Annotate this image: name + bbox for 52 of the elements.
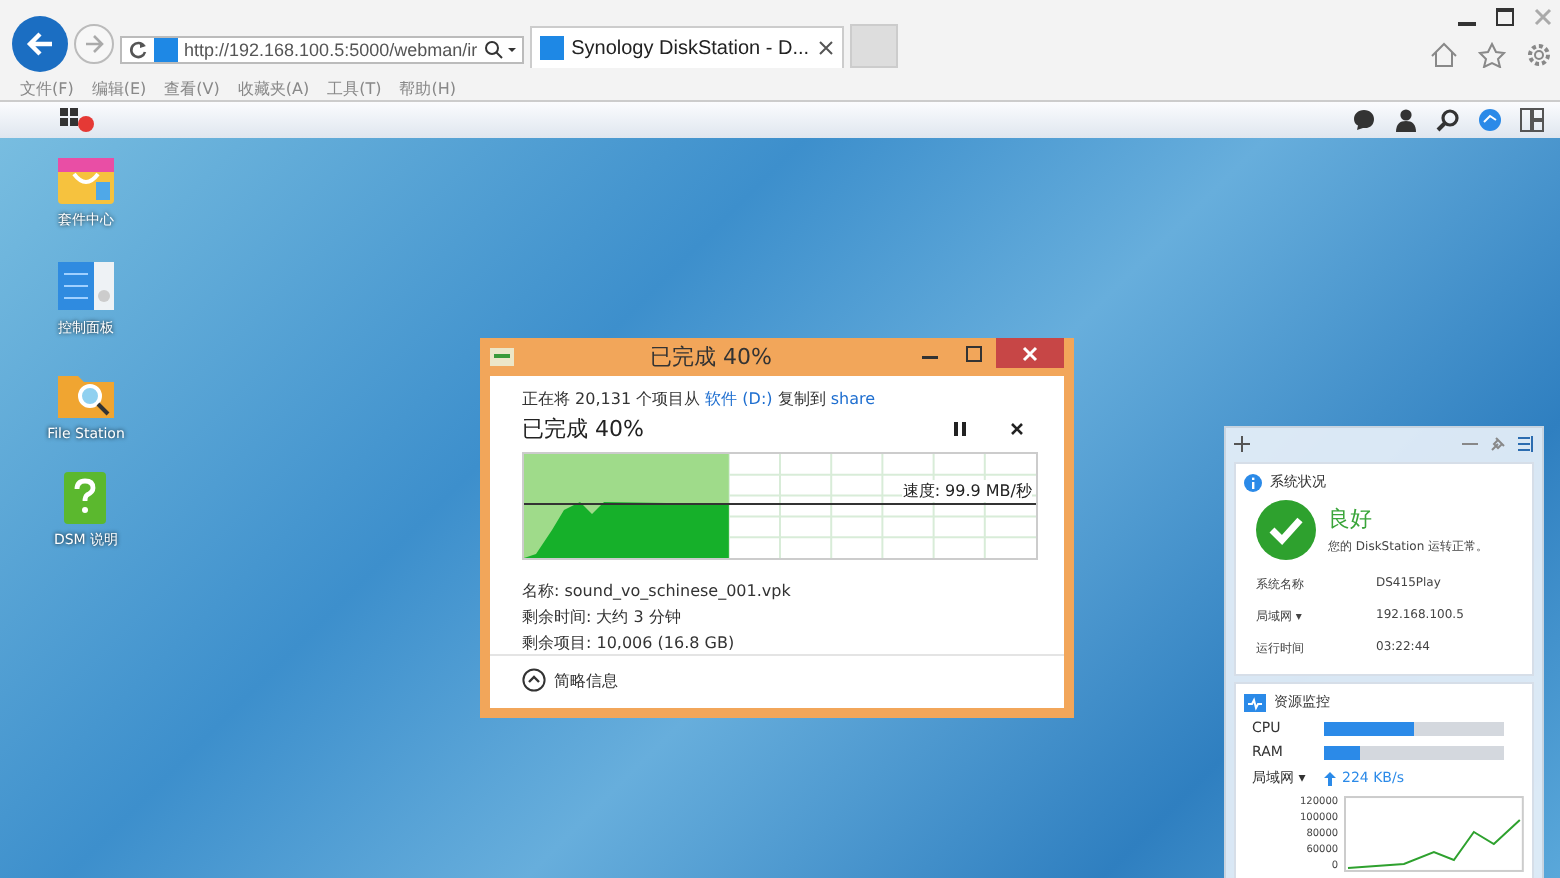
home-icon[interactable]	[1430, 41, 1458, 67]
copy-status-text: 正在将 20,131 个项目从 软件 (D:) 复制到 share	[522, 388, 878, 410]
forward-arrow-icon	[84, 34, 104, 54]
user-icon[interactable]	[1394, 108, 1418, 132]
close-icon[interactable]	[817, 40, 834, 56]
pause-icon	[954, 422, 966, 436]
main-menu-icon[interactable]	[60, 106, 96, 134]
control-panel-icon[interactable]	[56, 258, 116, 314]
destination-link[interactable]: share	[830, 390, 876, 408]
back-button[interactable]	[12, 16, 68, 72]
speed-label: 速度: 99.9 MB/秒	[902, 480, 1032, 502]
add-icon[interactable]	[1234, 436, 1250, 452]
search-icon[interactable]	[483, 40, 516, 60]
star-icon[interactable]	[1478, 41, 1506, 67]
search-icon[interactable]	[1436, 108, 1460, 132]
check-icon	[1256, 500, 1316, 560]
fewer-details-toggle[interactable]: 简略信息	[522, 668, 618, 692]
menu-item[interactable]: 文件(F)	[20, 77, 74, 99]
menu-item[interactable]: 工具(T)	[327, 77, 382, 99]
menu-item[interactable]: 帮助(H)	[399, 77, 456, 99]
widgets-icon[interactable]	[1520, 108, 1544, 132]
minimize-icon	[922, 356, 938, 360]
detail-text: 剩余项目: 10,006 (16.8 GB)	[522, 632, 737, 654]
folder-copy-icon	[490, 348, 514, 366]
help-book-icon[interactable]	[62, 470, 110, 526]
close-icon	[1009, 422, 1023, 436]
close-button[interactable]	[996, 338, 1064, 368]
dashboard-icon[interactable]	[1478, 108, 1502, 132]
refresh-icon[interactable]	[128, 40, 148, 60]
pin-icon[interactable]	[1490, 436, 1506, 452]
maximize-icon[interactable]	[1496, 7, 1514, 25]
progress-heading: 已完成 40%	[522, 414, 646, 444]
back-arrow-icon	[26, 30, 54, 58]
chevron-up-icon	[522, 668, 546, 692]
upload-arrow-icon	[1324, 771, 1336, 785]
info-icon	[1244, 473, 1262, 491]
menu-item[interactable]: 收藏夹(A)	[237, 77, 310, 99]
maximize-icon	[966, 345, 982, 361]
detail-text: 剩余时间: 大约 3 分钟	[522, 606, 683, 628]
detail-text: 名称: sound_vo_schinese_001.vpk	[522, 580, 793, 602]
source-link[interactable]: 软件 (D:)	[705, 390, 773, 408]
list-icon[interactable]	[1518, 436, 1534, 452]
status-text: 良好	[1328, 504, 1374, 534]
address-field[interactable]: http://192.168.100.5:5000/webman/ir	[120, 36, 524, 64]
menu-item[interactable]: 查看(V)	[164, 77, 220, 99]
chat-icon[interactable]	[1352, 108, 1376, 132]
settings-icon[interactable]	[1526, 41, 1552, 67]
browser-tab[interactable]: Synology DiskStation - D...	[529, 26, 844, 68]
close-icon	[1022, 345, 1038, 361]
monitor-icon	[1244, 693, 1266, 711]
menu-item[interactable]: 编辑(E)	[91, 77, 147, 99]
dialog-title: 已完成 40%	[648, 342, 774, 372]
